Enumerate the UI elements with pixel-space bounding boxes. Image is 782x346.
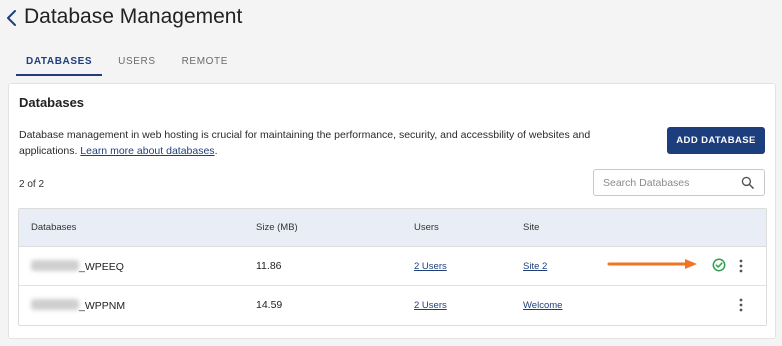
search-icon[interactable] [741,176,754,189]
chevron-left-icon[interactable] [4,9,20,27]
users-cell: 2 Users [414,260,447,272]
page-header: Database Management [0,0,782,40]
users-link[interactable]: 2 Users [414,261,447,272]
site-cell: Welcome [523,299,562,311]
database-name: _WPEEQ [79,261,124,273]
site-cell: Site 2 [523,260,547,272]
column-header-databases: Databases [31,222,77,233]
table-row: _WPPNM 14.59 2 Users Welcome [19,286,766,325]
size-cell: 14.59 [256,299,283,311]
databases-card: Databases Database management in web hos… [8,83,776,339]
tab-users[interactable]: USERS [108,50,165,76]
tab-bar: DATABASES USERS REMOTE [16,50,238,76]
database-name-cell: _WPEEQ [31,260,124,273]
site-link[interactable]: Site 2 [523,261,547,272]
users-cell: 2 Users [414,299,447,311]
column-header-size: Size (MB) [256,222,298,233]
learn-more-link[interactable]: Learn more about databases [80,145,214,157]
size-cell: 11.86 [256,260,282,272]
column-header-site: Site [523,222,540,233]
annotation-arrow-icon [607,259,697,269]
redacted-prefix [31,299,79,310]
check-circle-icon [712,258,726,272]
add-database-button[interactable]: ADD DATABASE [667,127,765,154]
column-header-users: Users [414,222,439,233]
description-suffix: . [214,145,218,157]
table-header: Databases Size (MB) Users Site [19,209,766,247]
search-box [593,169,765,196]
tab-databases[interactable]: DATABASES [16,50,103,76]
more-options-icon[interactable] [736,297,746,313]
site-link[interactable]: Welcome [523,300,562,311]
tab-remote[interactable]: REMOTE [172,50,238,76]
search-input[interactable] [594,170,734,195]
more-options-icon[interactable] [736,258,746,274]
database-name: _WPPNM [79,300,126,312]
card-title: Databases [19,95,85,110]
redacted-prefix [31,260,79,271]
page-title: Database Management [24,5,243,28]
result-count: 2 of 2 [19,179,45,190]
database-name-cell: _WPPNM [31,299,125,312]
description: Database management in web hosting is cr… [19,127,639,159]
users-link[interactable]: 2 Users [414,300,447,311]
